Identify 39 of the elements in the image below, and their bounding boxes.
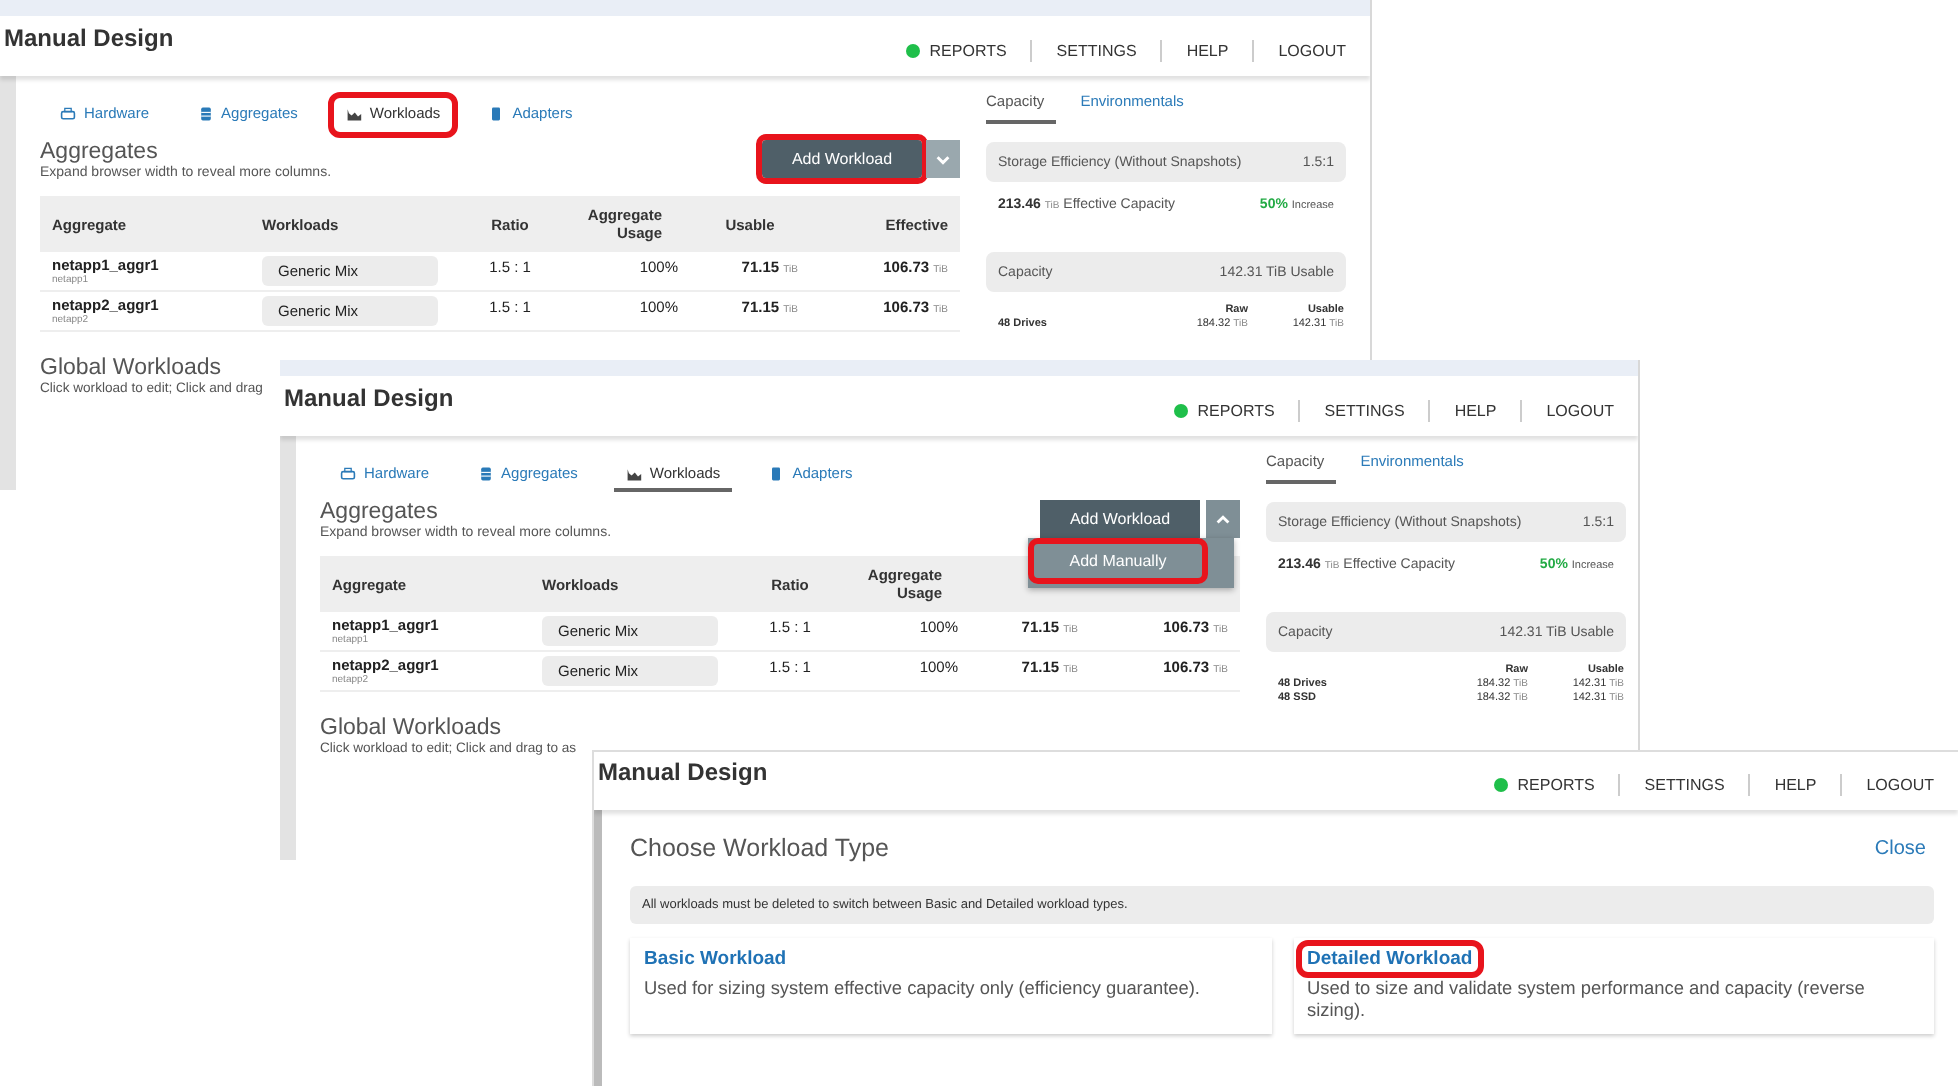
printer-icon (60, 105, 76, 121)
nav-link[interactable]: HELP (1774, 776, 1817, 794)
page-title: Manual Design (284, 384, 454, 412)
nav-link[interactable]: REPORTS (1173, 402, 1275, 420)
nav-link[interactable]: LOGOUT (1546, 402, 1614, 420)
option-link[interactable]: Basic Workload (632, 940, 799, 978)
database-icon (477, 465, 494, 481)
section-heading: Aggregates (320, 500, 438, 524)
option-card[interactable]: Detailed Workload Used to size and validate system performance and capacity (reverse sizing). (1293, 938, 1934, 1034)
option-description: Used to size and validate system performance and capacity (reverse sizing). (1307, 978, 1867, 1022)
option-link[interactable]: Detailed Workload (1295, 940, 1485, 978)
chevron-up-icon (1214, 510, 1232, 528)
section-heading: Global Workloads (40, 356, 222, 380)
section-heading: Global Workloads (320, 716, 502, 740)
nav-link[interactable]: SETTINGS (1644, 776, 1725, 794)
status-dot-icon (1493, 778, 1508, 792)
status-dot-icon (905, 44, 920, 58)
nav-link[interactable]: HELP (1454, 402, 1497, 420)
section-heading: Aggregates (40, 140, 158, 164)
dropdown-toggle[interactable] (1206, 500, 1240, 538)
option-description: Used for sizing system effective capacity only (efficiency guarantee). (644, 978, 1200, 1000)
nav-link[interactable]: LOGOUT (1866, 776, 1934, 794)
nav-link[interactable]: HELP (1186, 42, 1229, 60)
add-workload-button[interactable]: Add Workload (756, 134, 928, 184)
nav-link[interactable]: SETTINGS (1056, 42, 1137, 60)
nav-link[interactable]: SETTINGS (1324, 402, 1405, 420)
chevron-down-icon (934, 150, 952, 168)
option-card[interactable]: Basic Workload Used for sizing system effective capacity only (efficiency guarantee). (630, 938, 1271, 1034)
database-icon (197, 105, 214, 121)
dropdown-toggle[interactable] (926, 140, 960, 178)
status-dot-icon (1173, 404, 1188, 418)
nav-link[interactable]: REPORTS (905, 42, 1007, 60)
page-title: Manual Design (598, 758, 768, 786)
printer-icon (340, 465, 356, 481)
nav-link[interactable]: REPORTS (1493, 776, 1595, 794)
close-link[interactable]: Close (1874, 837, 1926, 859)
nav-link[interactable]: LOGOUT (1278, 42, 1346, 60)
page-title: Manual Design (4, 24, 174, 52)
dialog-title: Choose Workload Type (630, 834, 889, 862)
